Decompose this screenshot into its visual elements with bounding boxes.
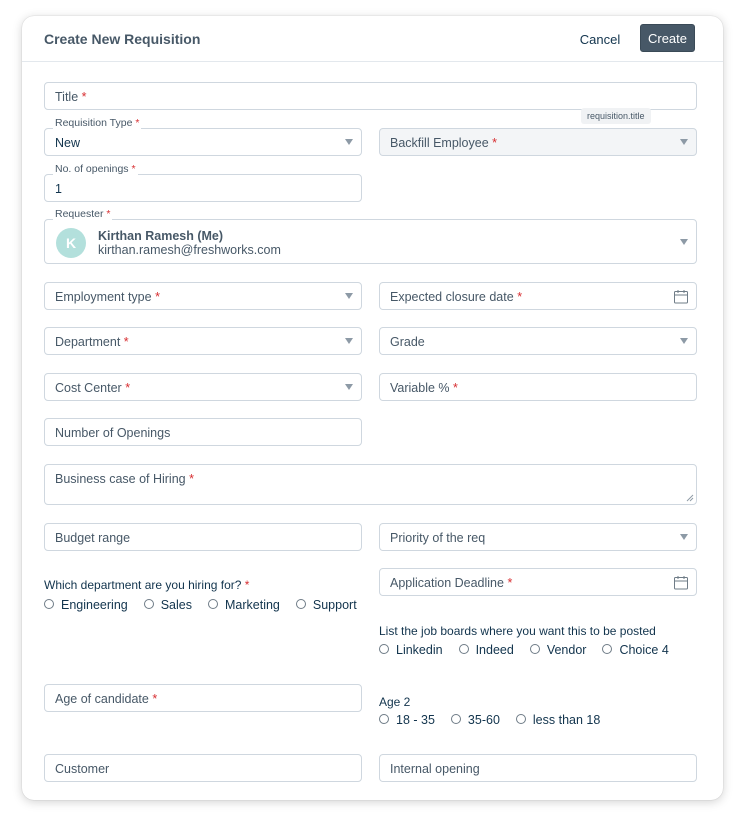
radio-circle-icon[interactable] (295, 598, 306, 609)
cost-center-select[interactable]: Cost Center * (44, 373, 362, 401)
priority-label: Priority of the req (390, 531, 486, 545)
radio-circle-icon[interactable] (450, 713, 461, 724)
radio-support[interactable]: Support (295, 598, 357, 612)
cost-center-label: Cost Center (55, 381, 122, 395)
chevron-down-icon (345, 139, 353, 145)
department-radio-group: Engineering Sales Marketing Support (44, 598, 373, 612)
radio-circle-icon[interactable] (458, 643, 469, 654)
no-of-openings-label: No. of openings * (53, 163, 138, 175)
business-case-label: Business case of Hiring (55, 472, 186, 486)
backfill-employee-label: Backfill Employee (390, 136, 489, 150)
job-boards-radio-group: Linkedin Indeed Vendor Choice 4 (379, 643, 685, 657)
radio-choice-4[interactable]: Choice 4 (602, 643, 669, 657)
department-label: Department (55, 335, 121, 349)
radio-marketing[interactable]: Marketing (208, 598, 280, 612)
resize-handle-icon[interactable] (686, 494, 694, 502)
radio-circle-icon[interactable] (208, 598, 218, 609)
no-of-openings-input[interactable]: 1 (44, 174, 362, 202)
create-button[interactable]: Create (640, 24, 695, 52)
radio-indeed[interactable]: Indeed (458, 643, 514, 657)
radio-circle-icon[interactable] (379, 713, 389, 724)
field-tooltip: requisition.title (581, 108, 651, 124)
modal-header: Create New Requisition Cancel Create (22, 16, 723, 62)
requester-label: Requester * (53, 208, 113, 220)
chevron-down-icon (680, 338, 688, 344)
age-of-candidate-input[interactable]: Age of candidate * (44, 684, 362, 712)
priority-select[interactable]: Priority of the req (379, 523, 697, 551)
modal-title: Create New Requisition (44, 31, 201, 47)
radio-engineering[interactable]: Engineering (44, 598, 128, 612)
age2-radio-group: 18 - 35 35-60 less than 18 (379, 713, 616, 727)
radio-linkedin[interactable]: Linkedin (379, 643, 443, 657)
internal-opening-label: Internal opening (390, 762, 480, 776)
radio-sales[interactable]: Sales (143, 598, 192, 612)
grade-label: Grade (390, 335, 425, 349)
grade-select[interactable]: Grade (379, 327, 697, 355)
age-of-candidate-label: Age of candidate (55, 692, 149, 706)
requester-name: Kirthan Ramesh (Me) (98, 229, 224, 243)
chevron-down-icon (345, 293, 353, 299)
radio-circle-icon[interactable] (143, 598, 154, 609)
customer-input[interactable]: Customer (44, 754, 362, 782)
no-of-openings-value: 1 (55, 182, 62, 196)
chevron-down-icon (680, 139, 688, 145)
requester-email: kirthan.ramesh@freshworks.com (98, 243, 281, 257)
radio-circle-icon[interactable] (515, 713, 526, 724)
required-mark: * (81, 90, 87, 104)
variable-pct-label: Variable % (390, 381, 450, 395)
radio-circle-icon[interactable] (529, 643, 540, 654)
internal-opening-input[interactable]: Internal opening (379, 754, 697, 782)
title-label: Title (55, 90, 79, 104)
requisition-type-value: New (55, 136, 81, 150)
department-question-label: Which department are you hiring for? * (44, 578, 250, 592)
job-boards-question-label: List the job boards where you want this … (379, 624, 656, 638)
budget-range-input[interactable]: Budget range (44, 523, 362, 551)
calendar-icon[interactable] (673, 289, 689, 305)
requisition-type-select[interactable]: New (44, 128, 362, 156)
calendar-icon[interactable] (673, 575, 689, 591)
cancel-button[interactable]: Cancel (573, 26, 627, 52)
employment-type-label: Employment type (55, 290, 152, 304)
chevron-down-icon (680, 238, 688, 245)
age2-question-label: Age 2 (379, 695, 411, 709)
requisition-type-label: Requisition Type * (53, 117, 142, 129)
create-requisition-modal: Create New Requisition Cancel Create Tit… (22, 16, 723, 800)
radio-vendor[interactable]: Vendor (529, 643, 586, 657)
application-deadline-label: Application Deadline (390, 576, 504, 590)
radio-circle-icon[interactable] (379, 643, 389, 654)
expected-closure-date-input[interactable]: Expected closure date * (379, 282, 697, 310)
department-select[interactable]: Department * (44, 327, 362, 355)
chevron-down-icon (345, 338, 353, 344)
variable-pct-input[interactable]: Variable % * (379, 373, 697, 401)
title-input[interactable]: Title * (44, 82, 697, 110)
number-of-openings-label: Number of Openings (55, 426, 171, 440)
employment-type-select[interactable]: Employment type * (44, 282, 362, 310)
business-case-textarea[interactable]: Business case of Hiring * (44, 464, 697, 505)
chevron-down-icon (345, 384, 353, 390)
radio-18-35[interactable]: 18 - 35 (379, 713, 435, 727)
radio-circle-icon[interactable] (602, 643, 613, 654)
application-deadline-input[interactable]: Application Deadline * (379, 568, 697, 596)
expected-closure-date-label: Expected closure date (390, 290, 514, 304)
backfill-employee-select[interactable]: Backfill Employee * (379, 128, 697, 156)
number-of-openings-input[interactable]: Number of Openings (44, 418, 362, 446)
chevron-down-icon (680, 534, 688, 540)
radio-less-than-18[interactable]: less than 18 (515, 713, 600, 727)
radio-35-60[interactable]: 35-60 (450, 713, 500, 727)
radio-circle-icon[interactable] (44, 598, 54, 609)
avatar: K (56, 228, 86, 258)
requester-select[interactable]: K Kirthan Ramesh (Me) kirthan.ramesh@fre… (44, 219, 697, 264)
customer-label: Customer (55, 762, 110, 776)
budget-range-label: Budget range (55, 531, 131, 545)
